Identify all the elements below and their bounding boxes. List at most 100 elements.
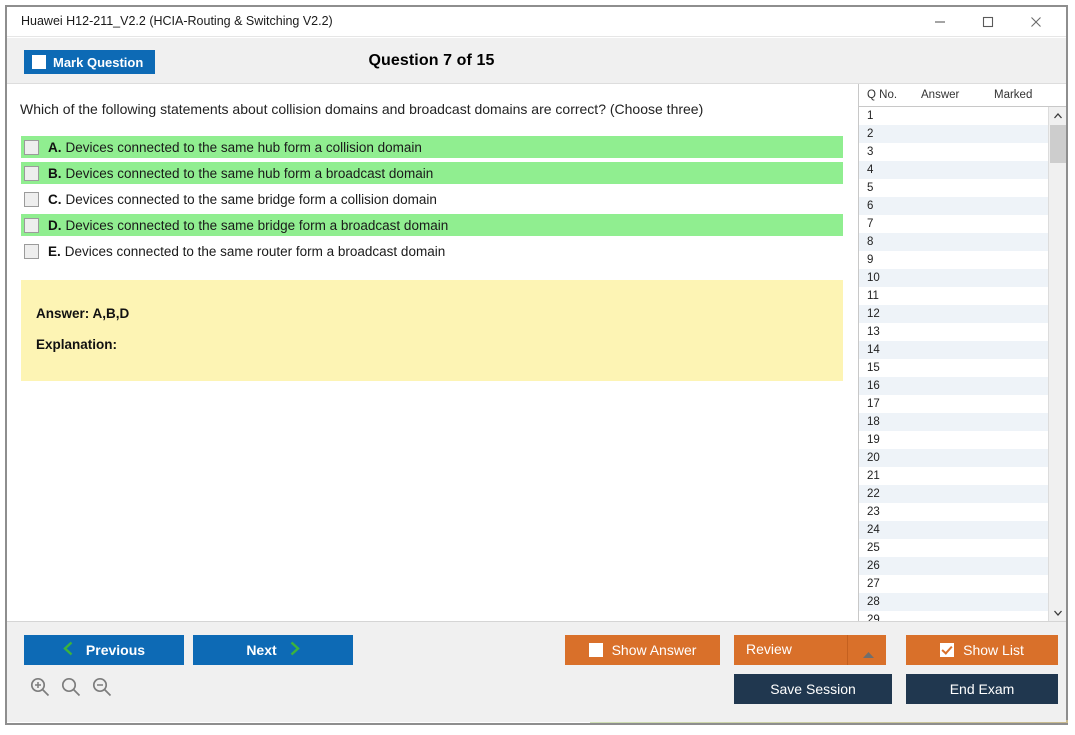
question-number: 6 xyxy=(867,200,874,212)
show-answer-button[interactable]: Show Answer xyxy=(565,635,720,665)
option-row[interactable]: D. Devices connected to the same bridge f… xyxy=(21,214,843,236)
question-number: 13 xyxy=(867,326,880,338)
question-list-item[interactable]: 2 xyxy=(859,125,1048,143)
option-row[interactable]: A. Devices connected to the same hub form… xyxy=(21,136,843,158)
question-list-item[interactable]: 29 xyxy=(859,611,1048,621)
maximize-button[interactable] xyxy=(965,7,1010,36)
review-dropdown[interactable]: Review xyxy=(734,635,886,665)
question-list-item[interactable]: 15 xyxy=(859,359,1048,377)
window-title: Huawei H12-211_V2.2 (HCIA-Routing & Swit… xyxy=(21,14,333,28)
question-list-item[interactable]: 8 xyxy=(859,233,1048,251)
question-number: 19 xyxy=(867,434,880,446)
question-list-item[interactable]: 21 xyxy=(859,467,1048,485)
question-number: 21 xyxy=(867,470,880,482)
show-list-button[interactable]: Show List xyxy=(906,635,1058,665)
column-header-marked: Marked xyxy=(994,89,1033,101)
question-list-item[interactable]: 19 xyxy=(859,431,1048,449)
option-row[interactable]: E. Devices connected to the same router f… xyxy=(21,240,843,262)
option-text: Devices connected to the same bridge for… xyxy=(65,191,437,207)
question-list-item[interactable]: 7 xyxy=(859,215,1048,233)
question-list-item[interactable]: 3 xyxy=(859,143,1048,161)
chevron-down-icon xyxy=(1053,610,1062,616)
question-list-item[interactable]: 23 xyxy=(859,503,1048,521)
column-header-qno: Q No. xyxy=(867,89,898,101)
question-list-item[interactable]: 12 xyxy=(859,305,1048,323)
option-checkbox[interactable] xyxy=(24,243,39,259)
option-checkbox[interactable] xyxy=(24,217,39,233)
zoom-out-icon[interactable] xyxy=(91,676,113,698)
question-number: 1 xyxy=(867,110,874,122)
answer-text: Answer: A,B,D xyxy=(36,306,130,321)
option-checkbox[interactable] xyxy=(24,139,39,155)
question-counter: Question 7 of 15 xyxy=(368,52,495,69)
question-number: 7 xyxy=(867,218,874,230)
question-list-item[interactable]: 4 xyxy=(859,161,1048,179)
show-answer-checkbox[interactable] xyxy=(588,643,603,657)
next-button[interactable]: Next xyxy=(193,635,353,665)
question-list-item[interactable]: 24 xyxy=(859,521,1048,539)
show-list-checkbox[interactable] xyxy=(940,643,955,657)
option-row[interactable]: C. Devices connected to the same bridge f… xyxy=(21,188,843,210)
scroll-up-button[interactable] xyxy=(1049,107,1066,124)
previous-label: Previous xyxy=(85,642,146,658)
question-number: 4 xyxy=(867,164,874,176)
question-list-item[interactable]: 14 xyxy=(859,341,1048,359)
question-list-rows: 1 2 3 4 5 6 7 8 9 10 11 12 13 14 15 16 17 18 19 20 21 22 23 24 2… xyxy=(859,107,1048,621)
question-list-item[interactable]: 11 xyxy=(859,287,1048,305)
exam-simulator-window: Huawei H12-211_V2.2 (HCIA-Routing & Swit… xyxy=(0,0,1075,735)
question-list-scrollbar[interactable] xyxy=(1048,107,1066,621)
chevron-up-icon xyxy=(1053,112,1062,118)
question-list-item[interactable]: 5 xyxy=(859,179,1048,197)
question-list-item[interactable]: 16 xyxy=(859,377,1048,395)
zoom-in-icon[interactable] xyxy=(29,676,51,698)
question-number: 23 xyxy=(867,506,880,518)
review-label: Review xyxy=(746,641,792,657)
zoom-reset-icon[interactable] xyxy=(60,676,82,698)
question-list-panel: Q No. Answer Marked 1 2 3 4 5 6 7 8 9 10 11 12 13 14 1… xyxy=(858,84,1066,621)
question-list-item[interactable]: 22 xyxy=(859,485,1048,503)
question-list-item[interactable]: 28 xyxy=(859,593,1048,611)
option-text: Devices connected to the same bridge for… xyxy=(65,217,449,233)
question-number: 24 xyxy=(867,524,880,536)
review-divider xyxy=(847,635,848,665)
header-bar: Mark Question Question 7 of 15 xyxy=(7,38,1066,84)
minimize-button[interactable] xyxy=(917,7,962,36)
previous-button[interactable]: Previous xyxy=(24,635,184,665)
question-number: 8 xyxy=(867,236,874,248)
close-button[interactable] xyxy=(1013,7,1058,36)
question-number: 9 xyxy=(867,254,874,266)
save-session-label: Save Session xyxy=(770,681,856,697)
question-list-item[interactable]: 6 xyxy=(859,197,1048,215)
question-list-item[interactable]: 18 xyxy=(859,413,1048,431)
option-letter: E. xyxy=(48,243,61,259)
caret-up-icon xyxy=(862,646,875,662)
option-text: Devices connected to the same hub form a… xyxy=(65,165,434,181)
show-list-label: Show List xyxy=(963,642,1024,658)
answer-panel: Answer: A,B,D Explanation: xyxy=(21,280,843,381)
question-list-item[interactable]: 1 xyxy=(859,107,1048,125)
question-list-item[interactable]: 9 xyxy=(859,251,1048,269)
question-number: 14 xyxy=(867,344,880,356)
scroll-down-button[interactable] xyxy=(1049,604,1066,621)
column-header-answer: Answer xyxy=(921,89,960,101)
question-number: 11 xyxy=(867,290,879,302)
option-checkbox[interactable] xyxy=(24,191,39,207)
chevron-right-icon xyxy=(289,641,300,659)
question-list-item[interactable]: 10 xyxy=(859,269,1048,287)
question-list-item[interactable]: 20 xyxy=(859,449,1048,467)
question-number: 15 xyxy=(867,362,880,374)
question-list-item[interactable]: 27 xyxy=(859,575,1048,593)
option-row[interactable]: B. Devices connected to the same hub form… xyxy=(21,162,843,184)
question-list-item[interactable]: 26 xyxy=(859,557,1048,575)
option-text: Devices connected to the same hub form a… xyxy=(65,139,422,155)
save-session-button[interactable]: Save Session xyxy=(734,674,892,704)
question-number: 3 xyxy=(867,146,874,158)
scrollbar-thumb[interactable] xyxy=(1050,125,1066,163)
question-list-item[interactable]: 17 xyxy=(859,395,1048,413)
option-letter: B. xyxy=(48,165,62,181)
question-number: 29 xyxy=(867,614,880,621)
question-list-item[interactable]: 25 xyxy=(859,539,1048,557)
end-exam-button[interactable]: End Exam xyxy=(906,674,1058,704)
question-list-item[interactable]: 13 xyxy=(859,323,1048,341)
option-checkbox[interactable] xyxy=(24,165,39,181)
